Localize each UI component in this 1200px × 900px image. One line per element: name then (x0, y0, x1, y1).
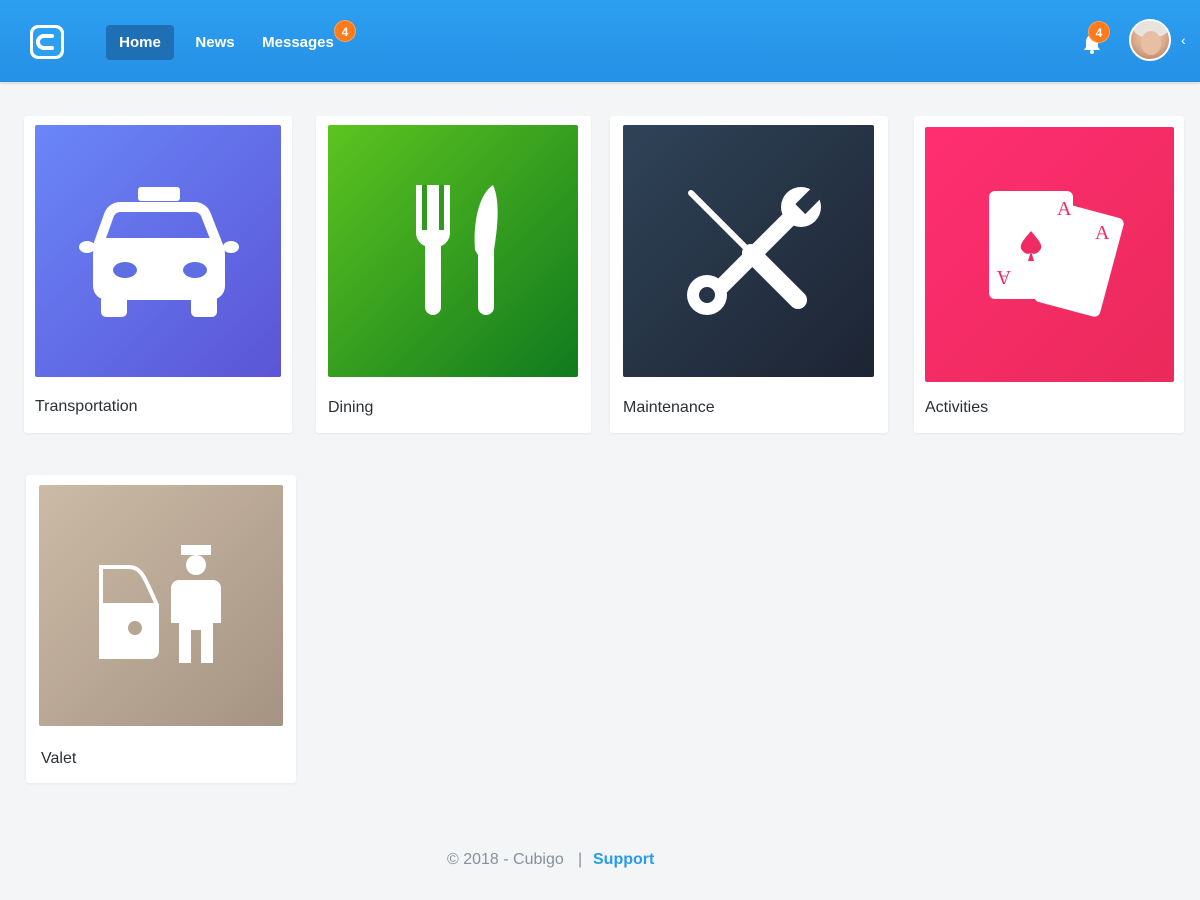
service-label: Maintenance (623, 399, 715, 416)
activities-tile: A A A (925, 127, 1174, 382)
service-card-valet[interactable]: Valet (26, 475, 296, 783)
notification-count-badge: 4 (1088, 21, 1110, 43)
service-label: Transportation (35, 398, 138, 415)
maintenance-tile (623, 125, 874, 377)
tools-icon (687, 185, 824, 315)
user-avatar[interactable] (1129, 19, 1171, 61)
tab-home[interactable]: Home (106, 25, 174, 60)
valet-icon (99, 545, 221, 663)
copyright-text: © 2018 - Cubigo (447, 851, 564, 868)
chevron-left-icon[interactable]: ‹ (1181, 32, 1186, 48)
service-card-maintenance[interactable]: Maintenance (610, 116, 888, 433)
service-label: Activities (925, 399, 989, 416)
service-card-transportation[interactable]: Transportation (24, 116, 292, 433)
service-card-activities[interactable]: A A A Activities (914, 116, 1184, 433)
svg-text:A: A (1057, 198, 1072, 220)
taxi-icon (79, 187, 239, 317)
playing-cards-icon: A A A (989, 191, 1124, 317)
service-label: Dining (328, 399, 374, 416)
fork-knife-icon (416, 185, 498, 315)
top-navigation-bar: Home News Messages 4 4 ‹ (0, 0, 1200, 82)
service-label: Valet (41, 750, 77, 767)
support-link[interactable]: Support (593, 851, 654, 869)
cubigo-logo-icon[interactable] (30, 25, 64, 59)
messages-count-badge: 4 (334, 20, 356, 42)
transportation-tile (35, 125, 281, 377)
tab-messages[interactable]: Messages (256, 25, 340, 60)
service-card-dining[interactable]: Dining (316, 116, 591, 433)
tab-news[interactable]: News (184, 25, 246, 60)
valet-tile (39, 485, 283, 726)
svg-text:A: A (996, 266, 1011, 288)
footer-separator: | (578, 851, 583, 868)
svg-text:A: A (1095, 222, 1110, 244)
dining-tile (328, 125, 578, 377)
